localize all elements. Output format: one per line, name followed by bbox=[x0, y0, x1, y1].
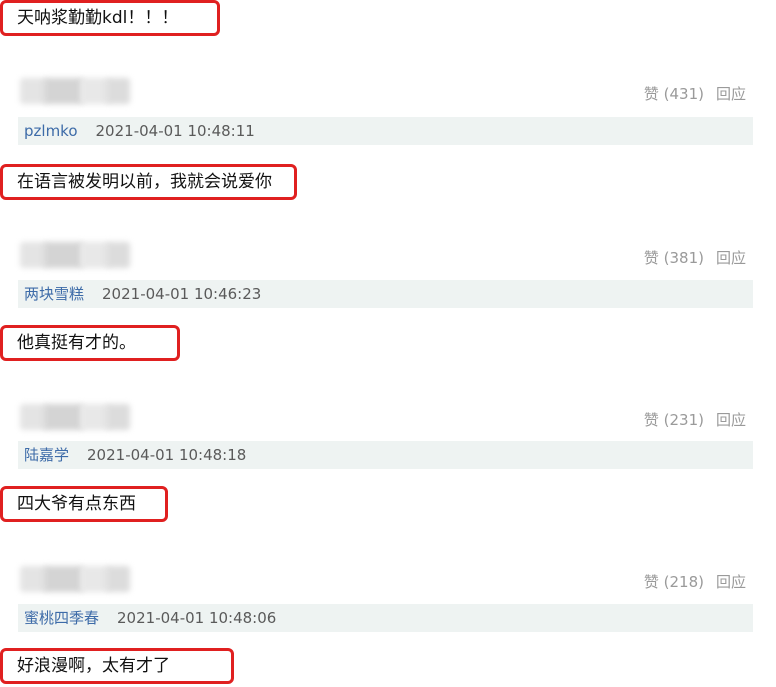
comment-actions: 赞 (381) 回应 bbox=[644, 247, 746, 268]
highlighted-reply-text: 他真挺有才的。 bbox=[0, 325, 180, 361]
blurred-avatar-name bbox=[20, 78, 130, 104]
highlighted-reply-text: 在语言被发明以前，我就会说爱你 bbox=[0, 164, 297, 200]
blurred-avatar-name bbox=[20, 566, 130, 592]
like-button[interactable]: 赞 (218) bbox=[644, 573, 704, 591]
username-link[interactable]: pzlmko bbox=[24, 122, 78, 140]
comment-actions: 赞 (218) 回应 bbox=[644, 571, 746, 592]
comment-meta-bar: 蜜桃四季春 2021-04-01 10:48:06 bbox=[18, 604, 753, 632]
like-button[interactable]: 赞 (381) bbox=[644, 249, 704, 267]
comment-meta-bar: 两块雪糕 2021-04-01 10:46:23 bbox=[18, 280, 753, 308]
highlighted-reply-text: 天呐浆勤勤kdl！！！ bbox=[0, 0, 220, 36]
comment-actions: 赞 (431) 回应 bbox=[644, 83, 746, 104]
comment-timestamp: 2021-04-01 10:48:18 bbox=[87, 446, 247, 464]
username-link[interactable]: 蜜桃四季春 bbox=[24, 609, 99, 627]
comment-timestamp: 2021-04-01 10:48:11 bbox=[95, 122, 255, 140]
comment-meta-bar: pzlmko 2021-04-01 10:48:11 bbox=[18, 117, 753, 145]
comment-actions: 赞 (231) 回应 bbox=[644, 409, 746, 430]
reply-button[interactable]: 回应 bbox=[716, 249, 746, 267]
comment-timestamp: 2021-04-01 10:48:06 bbox=[117, 609, 277, 627]
highlighted-reply-text: 好浪漫啊，太有才了 bbox=[0, 648, 234, 684]
username-link[interactable]: 两块雪糕 bbox=[24, 285, 84, 303]
blurred-avatar-name bbox=[20, 242, 130, 268]
comment-meta-bar: 陆嘉学 2021-04-01 10:48:18 bbox=[18, 441, 753, 469]
highlighted-reply-text: 四大爷有点东西 bbox=[0, 486, 168, 522]
like-button[interactable]: 赞 (431) bbox=[644, 85, 704, 103]
reply-button[interactable]: 回应 bbox=[716, 411, 746, 429]
reply-button[interactable]: 回应 bbox=[716, 85, 746, 103]
reply-button[interactable]: 回应 bbox=[716, 573, 746, 591]
blurred-avatar-name bbox=[20, 404, 130, 430]
like-button[interactable]: 赞 (231) bbox=[644, 411, 704, 429]
comment-timestamp: 2021-04-01 10:46:23 bbox=[102, 285, 262, 303]
username-link[interactable]: 陆嘉学 bbox=[24, 446, 69, 464]
